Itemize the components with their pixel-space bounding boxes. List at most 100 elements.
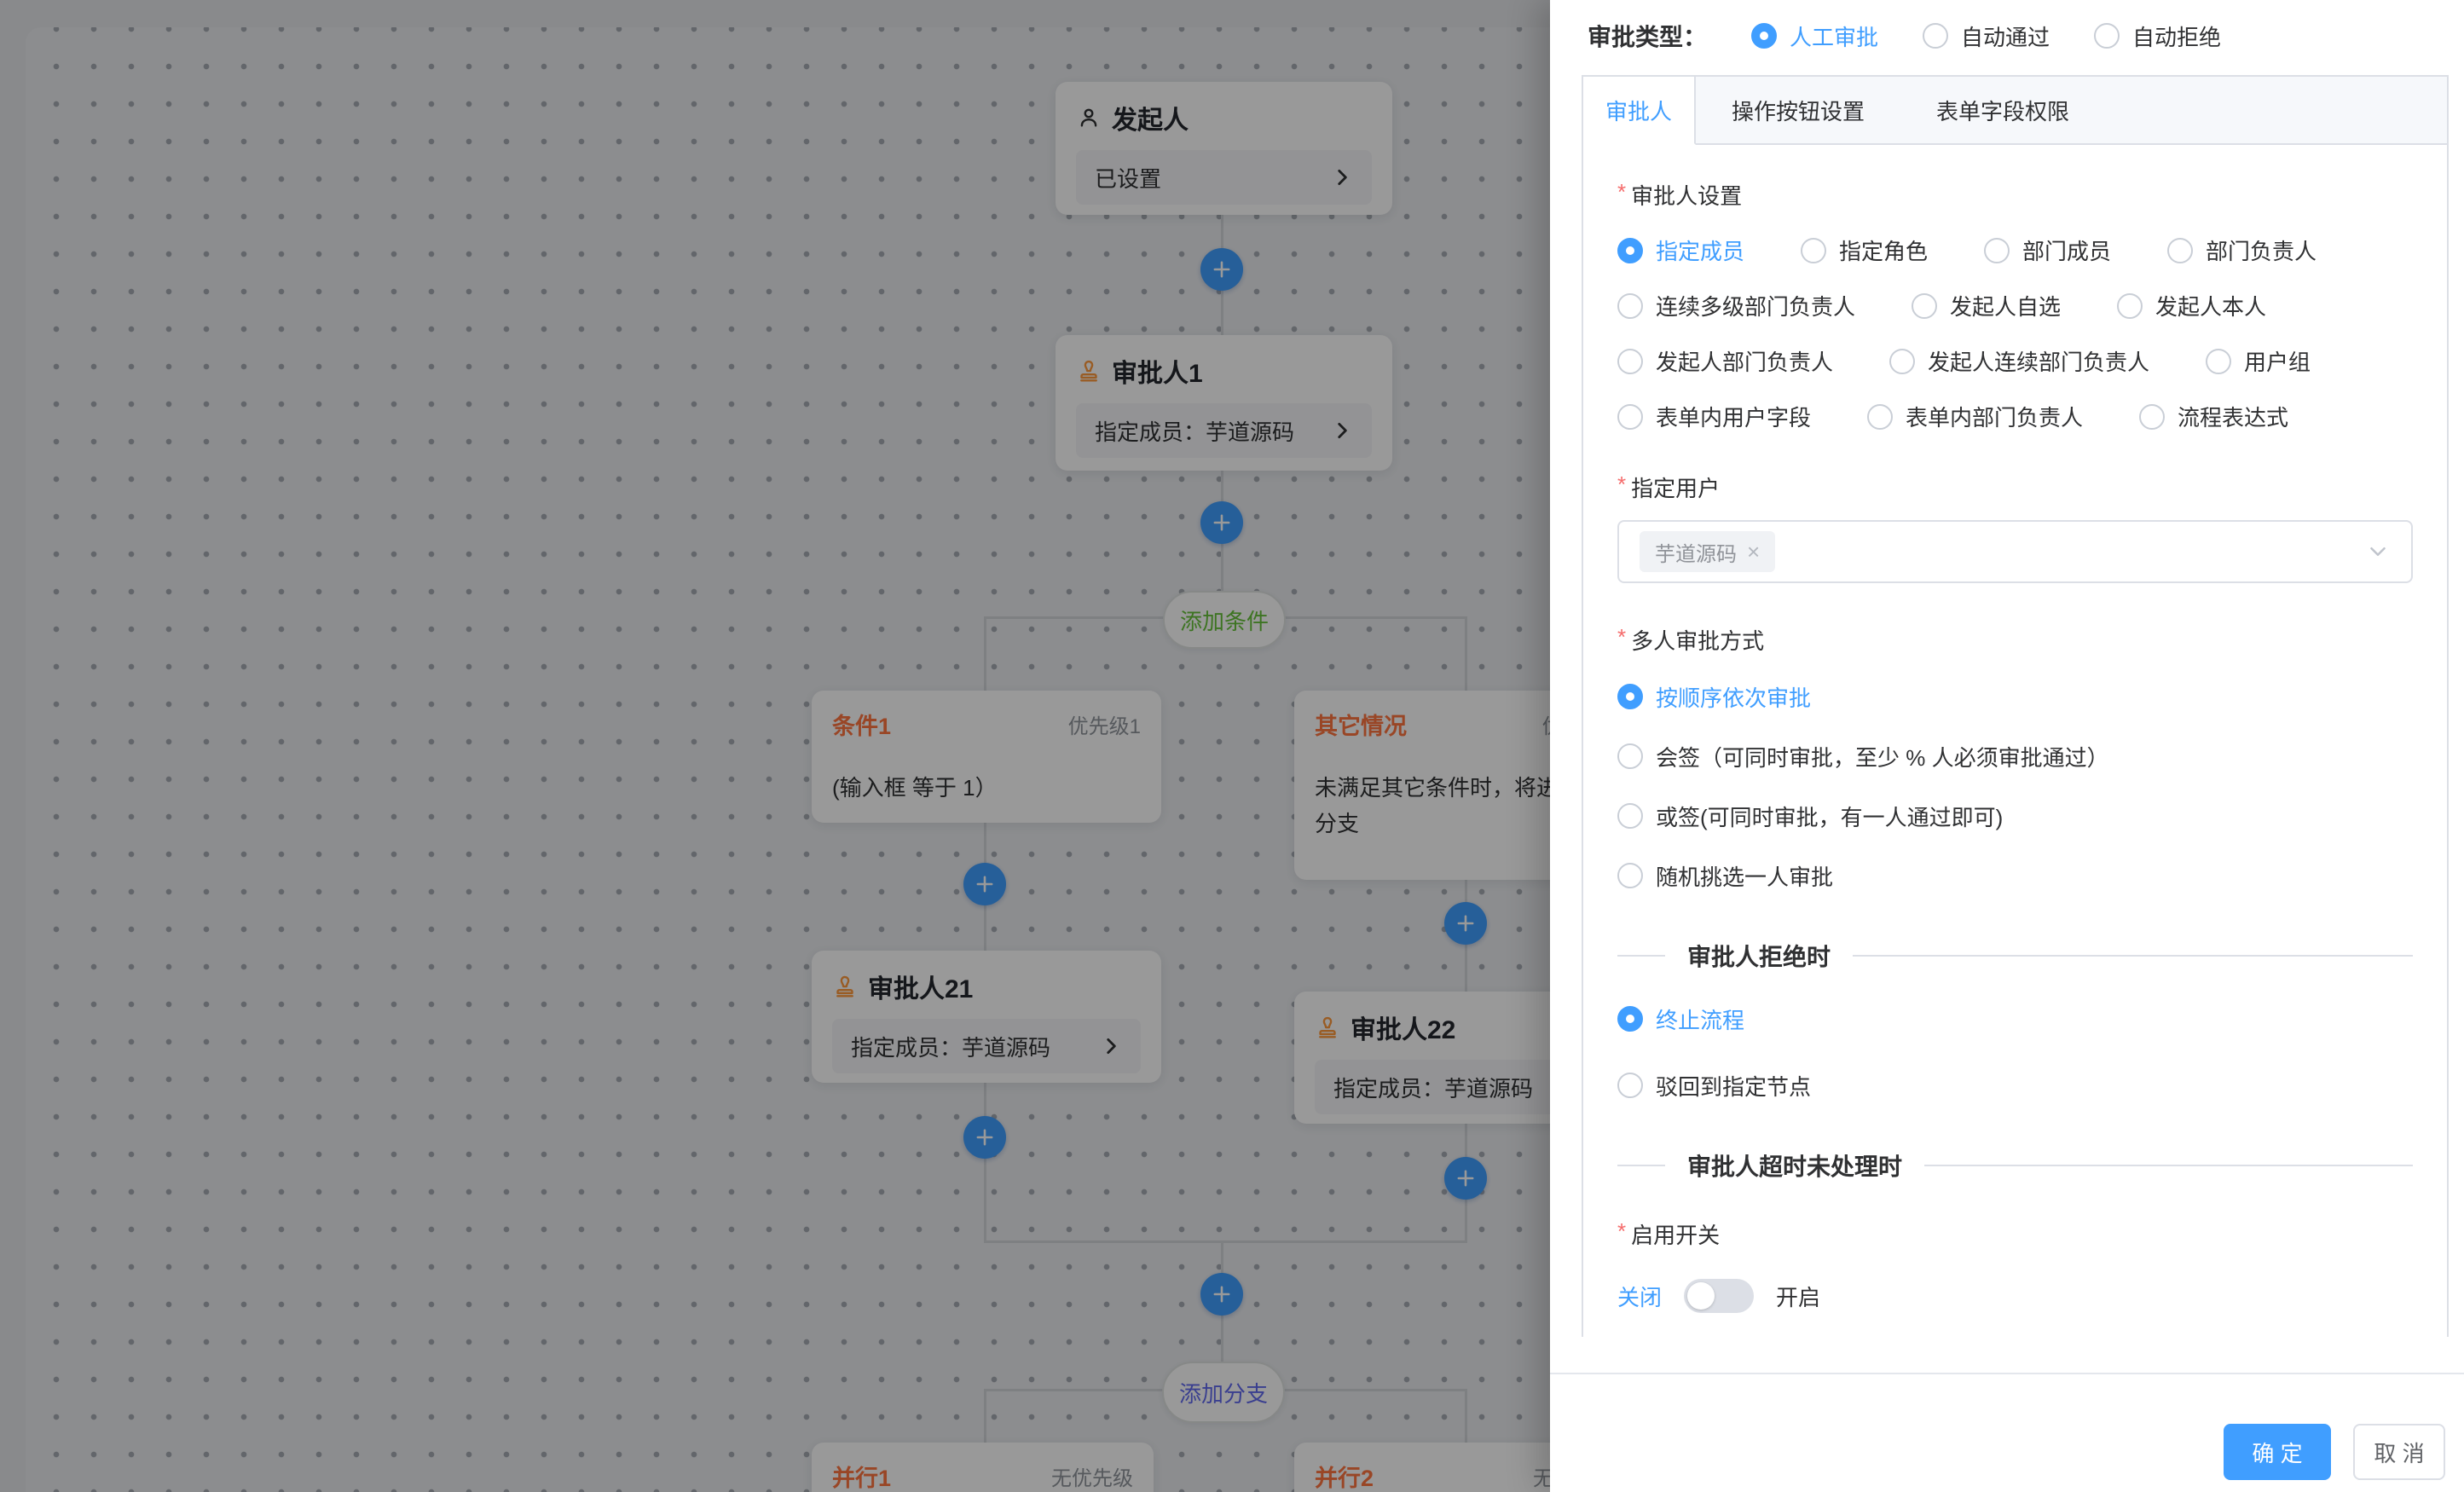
radio-icon [1617,803,1643,829]
config-tabs-card: 审批人 操作按钮设置 表单字段权限 * 审批人设置 指定成员 指定角色 部门成员… [1582,75,2449,1337]
timeout-section-title: 审批人超时未处理时 [1665,1148,1924,1183]
radio-label: 指定成员 [1656,234,1744,266]
enable-switch-label: * 启用开关 [1617,1218,2413,1250]
tag-label: 芋道源码 [1655,537,1737,567]
radio-icon [1617,1073,1643,1098]
radio-starter-dept-leader[interactable]: 发起人部门负责人 [1617,345,1833,377]
reject-section-title: 审批人拒绝时 [1665,939,1853,973]
radio-auto-pass[interactable]: 自动通过 [1923,20,2050,52]
radio-icon [2139,404,2165,430]
timeout-enable-switch[interactable] [1684,1279,1754,1313]
radio-assign-member[interactable]: 指定成员 [1617,234,1744,266]
radio-or-sign[interactable]: 或签(可同时审批，有一人通过即可) [1617,797,2413,835]
assign-user-label: * 指定用户 [1617,471,2413,503]
radio-starter-self-select[interactable]: 发起人自选 [1912,290,2061,321]
radio-assign-role[interactable]: 指定角色 [1801,234,1928,266]
timeout-section-divider: 审批人超时未处理时 [1617,1147,2413,1184]
divider-line [1617,1165,1665,1166]
switch-off-label: 关闭 [1617,1281,1662,1312]
radio-label: 或签(可同时审批，有一人通过即可) [1656,801,2003,832]
radio-starter-multi-dept-leader[interactable]: 发起人连续部门负责人 [1889,345,2149,377]
radio-label: 自动拒绝 [2132,20,2221,52]
radio-icon [2206,349,2231,374]
radio-label: 按顺序依次审批 [1656,681,1811,713]
radio-random-one[interactable]: 随机挑选一人审批 [1617,857,2413,894]
multi-mode-options: 按顺序依次审批 会签（可同时审批，至少 % 人必须审批通过） 或签(可同时审批，… [1617,678,2413,894]
radio-user-group[interactable]: 用户组 [2206,345,2311,377]
drawer-footer-divider [1550,1373,2464,1374]
radio-icon [1984,238,2010,263]
required-asterisk: * [1617,471,1626,497]
radio-starter-self[interactable]: 发起人本人 [2117,290,2266,321]
switch-on-label: 开启 [1776,1281,1820,1312]
chevron-down-icon [2365,539,2391,564]
radio-icon [1617,404,1643,430]
divider-line [1924,1165,2413,1166]
approve-type-row: 审批类型： 人工审批 自动通过 自动拒绝 [1588,12,2221,60]
radio-sequential-approve[interactable]: 按顺序依次审批 [1617,678,2413,715]
assign-user-select[interactable]: 芋道源码 × [1617,520,2413,583]
cancel-button[interactable]: 取 消 [2353,1424,2445,1480]
multi-mode-label: * 多人审批方式 [1617,624,2413,656]
approver-setting-options-row3: 发起人部门负责人 发起人连续部门负责人 用户组 [1617,345,2413,377]
tab-approver[interactable]: 审批人 [1583,77,1696,145]
radio-icon [1912,293,1937,319]
radio-countersign[interactable]: 会签（可同时审批，至少 % 人必须审批通过） [1617,737,2413,775]
radio-label: 随机挑选一人审批 [1656,860,1833,892]
radio-multi-level-dept-leader[interactable]: 连续多级部门负责人 [1617,290,1855,321]
radio-icon [1617,1006,1643,1032]
radio-label: 发起人连续部门负责人 [1928,345,2149,377]
radio-label: 发起人本人 [2155,290,2266,321]
radio-form-user-field[interactable]: 表单内用户字段 [1617,401,1811,432]
approve-type-label: 审批类型： [1588,19,1707,53]
radio-form-dept-leader[interactable]: 表单内部门负责人 [1867,401,2083,432]
required-asterisk: * [1617,624,1626,650]
radio-auto-reject[interactable]: 自动拒绝 [2094,20,2221,52]
radio-label: 表单内部门负责人 [1906,401,2083,432]
tabs-header: 审批人 操作按钮设置 表单字段权限 [1583,77,2447,145]
selected-user-tag: 芋道源码 × [1640,531,1775,572]
divider-line [1617,955,1665,957]
radio-icon [2094,23,2120,49]
radio-label: 自动通过 [1961,20,2050,52]
required-asterisk: * [1617,1218,1626,1244]
radio-icon [1751,23,1777,49]
radio-dept-member[interactable]: 部门成员 [1984,234,2111,266]
radio-dept-leader[interactable]: 部门负责人 [2167,234,2317,266]
workflow-designer: 发起人 已设置 审批人1 指定成员：芋道源码 添加条件 [0,0,2464,1492]
radio-terminate-process[interactable]: 终止流程 [1617,1000,2413,1038]
radio-icon [1617,238,1643,263]
tab-button-settings[interactable]: 操作按钮设置 [1696,77,1900,143]
approver-setting-options-row2: 连续多级部门负责人 发起人自选 发起人本人 [1617,290,2413,321]
tab-form-field-permission[interactable]: 表单字段权限 [1900,77,2105,143]
radio-process-expression[interactable]: 流程表达式 [2139,401,2288,432]
radio-return-to-node[interactable]: 驳回到指定节点 [1617,1067,2413,1104]
radio-label: 流程表达式 [2178,401,2288,432]
radio-icon [2167,238,2193,263]
radio-label: 表单内用户字段 [1656,401,1811,432]
approver-setting-options-row1: 指定成员 指定角色 部门成员 部门负责人 [1617,234,2413,266]
approver-setting-label: * 审批人设置 [1617,179,2413,211]
timeout-switch-row: 关闭 开启 [1617,1275,2413,1316]
radio-label: 发起人自选 [1950,290,2061,321]
radio-icon [1889,349,1915,374]
switch-knob [1687,1282,1715,1310]
tag-remove-icon[interactable]: × [1747,539,1760,565]
radio-label: 用户组 [2244,345,2311,377]
radio-icon [1617,684,1643,709]
radio-label: 连续多级部门负责人 [1656,290,1855,321]
radio-label: 部门负责人 [2206,234,2317,266]
radio-label: 指定角色 [1839,234,1928,266]
reject-section-divider: 审批人拒绝时 [1617,937,2413,974]
radio-label: 会签（可同时审批，至少 % 人必须审批通过） [1656,741,2109,772]
divider-line [1853,955,2413,957]
radio-manual-approve[interactable]: 人工审批 [1751,20,1878,52]
approver-config-drawer: 审批类型： 人工审批 自动通过 自动拒绝 审批人 操作按钮设置 表单字段权限 *… [1550,0,2464,1492]
radio-icon [1617,293,1643,319]
radio-label: 驳回到指定节点 [1656,1070,1811,1102]
confirm-button[interactable]: 确 定 [2224,1424,2331,1480]
radio-label: 部门成员 [2022,234,2111,266]
required-asterisk: * [1617,179,1626,205]
radio-icon [1923,23,1948,49]
radio-icon [1617,743,1643,769]
